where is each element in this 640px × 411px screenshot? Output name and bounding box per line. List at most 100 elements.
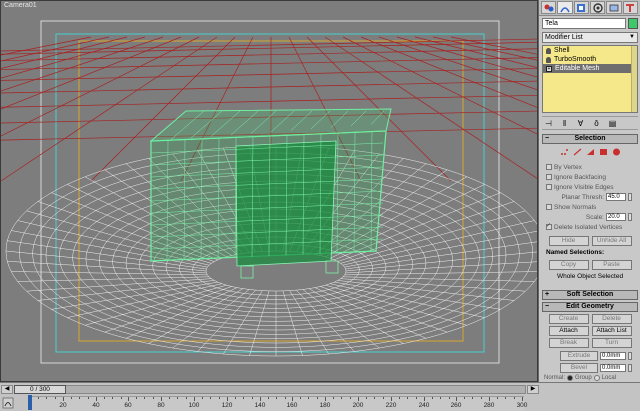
timeline-tick xyxy=(63,397,64,401)
lightbulb-icon[interactable] xyxy=(546,47,551,54)
attach-button[interactable]: Attach xyxy=(548,326,589,336)
copy-button[interactable]: Copy xyxy=(548,260,589,270)
object-color-swatch[interactable] xyxy=(628,18,638,29)
mini-curve-editor-icon[interactable] xyxy=(2,396,14,410)
camera-viewport[interactable]: Camera01 xyxy=(0,0,538,382)
planar-thresh-row: Planar Thresh: 45.0 xyxy=(542,192,638,202)
rollout-area[interactable]: − Selection By Vertex Ignore Backfacing … xyxy=(539,134,640,382)
timeline-minor-tick xyxy=(251,397,253,399)
collapse-icon: − xyxy=(545,135,550,142)
spinner-arrows-icon[interactable] xyxy=(628,213,632,221)
edit-geometry-rollout-header[interactable]: − Edit Geometry xyxy=(542,302,638,312)
vertex-icon[interactable] xyxy=(560,148,569,156)
timeline-minor-tick xyxy=(440,397,442,399)
bevel-spinner[interactable]: 0.0mm xyxy=(600,364,626,372)
timeline-minor-tick xyxy=(333,397,335,399)
timeline-tick xyxy=(227,397,228,401)
show-end-result-icon[interactable]: ‖ xyxy=(558,118,571,129)
timeline-minor-tick xyxy=(472,397,474,399)
local-radio[interactable] xyxy=(593,375,600,381)
modifier-list-dropdown[interactable]: Modifier List ▼ xyxy=(542,32,638,43)
prev-frame-button[interactable]: ◀ xyxy=(1,385,13,394)
stack-item-turbosmooth[interactable]: TurboSmooth xyxy=(543,55,637,64)
expand-icon[interactable]: + xyxy=(546,65,552,72)
delete-button[interactable]: Delete xyxy=(591,314,632,324)
timeline-minor-tick xyxy=(341,397,343,399)
make-unique-icon[interactable]: ∀ xyxy=(574,118,587,129)
configure-modifier-sets-icon[interactable]: ▤ xyxy=(606,118,619,129)
display-tab[interactable] xyxy=(606,1,622,14)
time-slider-track[interactable] xyxy=(14,385,526,394)
break-button[interactable]: Break xyxy=(548,338,589,348)
scale-label: Scale: xyxy=(585,213,604,221)
viewport-label[interactable]: Camera01 xyxy=(4,2,37,9)
timeline-minor-tick xyxy=(46,397,48,399)
radio-label: Group xyxy=(575,375,592,381)
timeline-tick xyxy=(260,397,261,401)
timeline-minor-tick xyxy=(316,397,318,399)
radio-label: Local xyxy=(601,375,617,381)
ignore-backfacing-checkbox[interactable]: Ignore Backfacing xyxy=(542,172,638,182)
timeline-tick-label: 20 xyxy=(59,402,67,409)
create-tab[interactable] xyxy=(541,1,557,14)
pin-stack-icon[interactable]: ⊣ xyxy=(542,118,555,129)
hierarchy-tab[interactable] xyxy=(573,1,589,14)
polygon-icon[interactable] xyxy=(599,148,608,156)
timeline-minor-tick xyxy=(71,397,73,399)
unhide-all-button[interactable]: Unhide All xyxy=(591,236,632,246)
motion-tab[interactable] xyxy=(589,1,606,14)
timeline-tick-label: 100 xyxy=(188,402,200,409)
group-radio[interactable] xyxy=(567,375,574,381)
timeline-minor-tick xyxy=(497,397,499,399)
delete-isolated-vertices-checkbox[interactable]: Delete Isolated Vertices xyxy=(542,222,638,232)
extrude-spinner[interactable]: 0.0mm xyxy=(600,352,626,360)
timeline-tick-label: 160 xyxy=(286,402,298,409)
selection-rollout-header[interactable]: − Selection xyxy=(542,134,638,144)
timeline-minor-tick xyxy=(218,397,220,399)
timeline-minor-tick xyxy=(87,397,89,399)
remove-modifier-icon[interactable]: ô xyxy=(590,118,603,129)
create-button[interactable]: Create xyxy=(548,314,589,324)
timeline-track[interactable]: 20 40 60 80 100 120 140 160 180 200 220 240 260 280 30… xyxy=(28,396,527,411)
spinner-arrows-icon[interactable] xyxy=(628,352,632,360)
show-normals-checkbox[interactable]: Show Normals xyxy=(542,202,638,212)
spinner-arrows-icon[interactable] xyxy=(628,193,632,201)
extrude-button[interactable]: Extrude xyxy=(560,351,598,361)
bevel-button[interactable]: Bevel xyxy=(560,363,598,373)
utilities-tab[interactable] xyxy=(622,1,638,14)
timeline-minor-tick xyxy=(120,397,122,399)
ignore-visible-edges-checkbox[interactable]: Ignore Visible Edges xyxy=(542,182,638,192)
current-frame-marker[interactable] xyxy=(28,395,32,410)
element-icon[interactable] xyxy=(612,148,621,156)
hide-button[interactable]: Hide xyxy=(548,236,589,246)
modify-tab[interactable] xyxy=(557,1,573,14)
edge-icon[interactable] xyxy=(573,148,582,156)
face-icon[interactable] xyxy=(586,148,595,156)
scale-spinner[interactable]: 20.0 xyxy=(606,213,626,221)
next-frame-button[interactable]: ▶ xyxy=(527,385,539,394)
attach-list-button[interactable]: Attach List xyxy=(591,326,632,336)
spinner-arrows-icon[interactable] xyxy=(628,364,632,372)
stack-item-shell[interactable]: Shell xyxy=(543,46,637,55)
modifier-stack[interactable]: Shell TurboSmooth + Editable Mesh xyxy=(542,45,638,113)
object-name-field[interactable]: Tela xyxy=(542,18,626,29)
soft-selection-rollout-header[interactable]: + Soft Selection xyxy=(542,290,638,300)
time-slider-thumb[interactable]: 0 / 300 xyxy=(14,385,66,394)
stack-toolbar: ⊣ ‖ ∀ ô ▤ xyxy=(542,116,638,130)
timeline-tick-label: 180 xyxy=(319,402,331,409)
planar-thresh-spinner[interactable]: 45.0 xyxy=(606,193,626,201)
timeline-tick-label: 220 xyxy=(385,402,397,409)
stack-item-label: TurboSmooth xyxy=(554,56,597,63)
paste-button[interactable]: Paste xyxy=(591,260,632,270)
timeline-minor-tick xyxy=(399,397,401,399)
timeline-tick-label: 80 xyxy=(157,402,165,409)
by-vertex-checkbox[interactable]: By Vertex xyxy=(542,162,638,172)
turn-button[interactable]: Turn xyxy=(591,338,632,348)
timeline-minor-tick xyxy=(144,397,146,399)
timeline-minor-tick xyxy=(276,397,278,399)
checkbox-label: Ignore Visible Edges xyxy=(554,183,614,191)
lightbulb-icon[interactable] xyxy=(546,56,551,63)
stack-item-editable-mesh[interactable]: + Editable Mesh xyxy=(543,64,637,73)
stack-scrollbar[interactable] xyxy=(631,46,637,112)
rollout-title: Soft Selection xyxy=(566,291,614,298)
